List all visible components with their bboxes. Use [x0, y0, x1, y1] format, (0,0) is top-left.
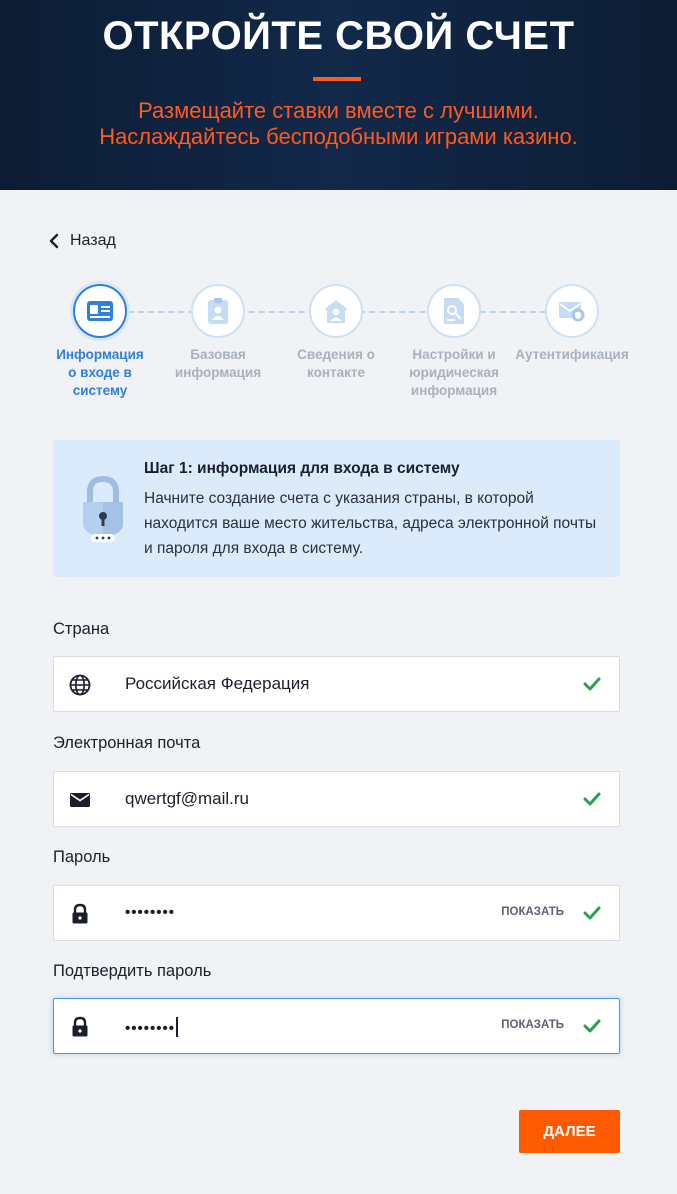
hero-subtitle-line-1: Размещайте ставки вместе с лучшими. [138, 98, 539, 123]
show-password-button[interactable]: ПОКАЗАТЬ [501, 906, 564, 918]
step-label-line: о входе в [68, 365, 132, 380]
step-icon-circle [309, 284, 363, 338]
step-label-line: информация [174, 365, 262, 380]
step-label: Информация о входе в систему [40, 346, 160, 400]
globe-icon [69, 674, 91, 696]
lock-icon [72, 903, 88, 924]
page-title: ОТКРОЙТЕ СВОЙ СЧЕТ [102, 14, 575, 58]
step-contact-info[interactable]: Сведения о контакте [276, 284, 396, 382]
show-confirm-password-button[interactable]: ПОКАЗАТЬ [501, 1019, 564, 1031]
country-select[interactable]: Российская Федерация [53, 656, 620, 712]
check-icon [583, 677, 601, 691]
step-label-line: информация [410, 383, 498, 398]
house-user-icon [324, 300, 348, 323]
step-label: Базовая информация [158, 346, 278, 382]
step-label-line: Информация [56, 347, 144, 362]
step-label-line: Сведения о [297, 347, 375, 362]
step-label-line: юридическая [409, 365, 499, 380]
hero-subtitle-line-2: Наслаждайтесь бесподобными играми казино… [99, 124, 578, 149]
text-caret [176, 1017, 179, 1037]
confirm-password-label: Подтвердить пароль [53, 962, 212, 980]
check-icon [583, 906, 601, 920]
email-label: Электронная почта [53, 734, 201, 752]
step-icon-circle [73, 284, 127, 338]
next-button[interactable]: ДАЛЕЕ [519, 1110, 620, 1153]
email-field[interactable]: qwertgf@mail.ru [53, 771, 620, 827]
registration-stepper: Информация о входе в систему Базовая инф… [40, 284, 640, 404]
step-label: Сведения о контакте [276, 346, 396, 382]
country-value: Российская Федерация [125, 674, 310, 693]
step-label: Аутентификация [512, 346, 632, 364]
step-label-line: Настройки и [412, 347, 496, 362]
info-text: Начните создание счета с указания страны… [144, 490, 597, 557]
step-info-box: Шаг 1: информация для входа в систему На… [53, 440, 620, 577]
check-icon [583, 1019, 601, 1033]
step-label-line: Базовая [190, 347, 246, 362]
step-icon-circle [191, 284, 245, 338]
back-label: Назад [70, 232, 116, 249]
confirm-password-input[interactable]: •••••••• [125, 1017, 179, 1037]
id-card-icon [87, 301, 113, 321]
step-basic-info[interactable]: Базовая информация [158, 284, 278, 382]
info-title: Шаг 1: информация для входа в систему [144, 460, 460, 477]
title-underline [313, 77, 361, 81]
step-label-line: систему [72, 383, 128, 398]
step-login-info[interactable]: Информация о входе в систему [40, 284, 160, 400]
confirm-password-value: •••••••• [125, 1020, 176, 1037]
confirm-password-field[interactable]: •••••••• ПОКАЗАТЬ [53, 998, 620, 1054]
step-label-line: Аутентификация [515, 347, 629, 362]
country-label: Страна [53, 620, 110, 638]
envelope-icon [70, 793, 90, 807]
email-value: qwertgf@mail.ru [125, 789, 250, 808]
step-label-line: контакте [307, 365, 365, 380]
padlock-icon [83, 475, 123, 542]
password-value: •••••••• [125, 904, 176, 921]
envelope-shield-icon [559, 302, 585, 322]
step-authentication[interactable]: Аутентификация [512, 284, 632, 364]
hero-subtitle: Размещайте ставки вместе с лучшими. Насл… [0, 98, 677, 150]
back-link[interactable]: Назад [48, 232, 116, 250]
step-icon-circle [545, 284, 599, 338]
lock-icon [72, 1016, 88, 1037]
step-settings-legal[interactable]: Настройки и юридическая информация [394, 284, 514, 400]
document-settings-icon [444, 298, 464, 324]
hero-banner: ОТКРОЙТЕ СВОЙ СЧЕТ Размещайте ставки вме… [0, 0, 677, 190]
step-icon-circle [427, 284, 481, 338]
chevron-left-icon [49, 233, 59, 249]
step-label: Настройки и юридическая информация [394, 346, 514, 400]
password-field[interactable]: •••••••• ПОКАЗАТЬ [53, 885, 620, 941]
check-icon [583, 792, 601, 806]
clipboard-user-icon [208, 298, 228, 324]
password-label: Пароль [53, 848, 111, 866]
